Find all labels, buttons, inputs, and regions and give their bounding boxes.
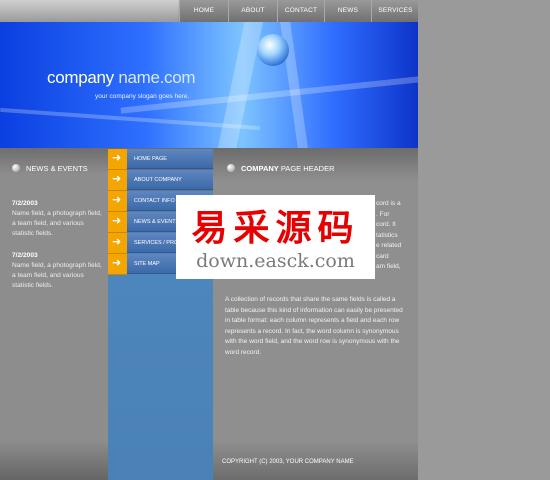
watermark: 易采源码 down.easck.com (176, 195, 375, 279)
nav-news[interactable]: NEWS (324, 0, 371, 22)
nav-contact[interactable]: CONTACT (277, 0, 324, 22)
news-text: Name field, a photograph field, a team f… (12, 262, 102, 289)
watermark-url: down.easck.com (196, 250, 355, 272)
news-header: NEWS & EVENTS (26, 164, 88, 173)
news-item: 7/2/2003 Name field, a photograph field,… (12, 199, 104, 239)
arrow-icon (108, 233, 127, 254)
news-item: 7/2/2003 Name field, a photograph field,… (12, 251, 104, 291)
paragraph-2: A collection of records that share the s… (225, 296, 403, 356)
arrow-icon (108, 170, 127, 191)
footer-copyright: COPYRIGHT (C) 2003, YOUR COMPANY NAME (222, 459, 354, 465)
news-column: NEWS & EVENTS (0, 148, 108, 480)
bullet-icon (12, 164, 20, 172)
page-header-bold: COMPANY (241, 164, 279, 173)
menu-item-home[interactable]: HOME PAGE (108, 149, 213, 170)
menu-item-label: ABOUT COMPANY (127, 170, 213, 190)
news-date: 7/2/2003 (12, 252, 38, 259)
paragraph-fragment: cord. It (376, 221, 396, 228)
nav-about[interactable]: ABOUT (228, 0, 277, 22)
bullet-icon (227, 164, 235, 172)
page-frame: HOME ABOUT CONTACT NEWS SERVICES company… (0, 0, 418, 480)
arrow-icon (108, 149, 127, 170)
paragraph-fragment: card (376, 252, 389, 260)
nav-spacer (0, 0, 178, 22)
paragraph-fragment: tatistics (376, 231, 398, 239)
news-text: Name field, a photograph field, a team f… (12, 210, 102, 237)
company-slogan: your company slogan goes here. (95, 93, 190, 100)
news-date: 7/2/2003 (12, 200, 38, 207)
company-name-rest: name.com (113, 68, 196, 87)
nav-services[interactable]: SERVICES (371, 0, 418, 22)
paragraph-fragment: e related (376, 242, 402, 249)
glass-sphere-icon (257, 34, 289, 66)
nav-home[interactable]: HOME (179, 0, 228, 22)
menu-item-label: HOME PAGE (127, 149, 213, 169)
arrow-icon (108, 254, 127, 275)
paragraph-1-visible-part: cord is a . For cord. It tatistics e rel… (376, 199, 416, 273)
arrow-icon (108, 191, 127, 212)
menu-item-about[interactable]: ABOUT COMPANY (108, 170, 213, 191)
paragraph-fragment: cord is a (376, 200, 401, 207)
arrow-icon (108, 212, 127, 233)
paragraph-fragment: . For (376, 210, 390, 218)
company-name-bold: company (47, 68, 114, 87)
watermark-chinese-text: 易采源码 (191, 207, 360, 249)
paragraph-fragment: am field, (376, 263, 401, 270)
page-header: COMPANY PAGE HEADER (241, 164, 335, 173)
company-name: company name.com (47, 68, 196, 88)
hero-banner: company name.com your company slogan goe… (0, 22, 418, 148)
page-header-rest: PAGE HEADER (278, 164, 335, 173)
top-navigation: HOME ABOUT CONTACT NEWS SERVICES (0, 0, 418, 22)
